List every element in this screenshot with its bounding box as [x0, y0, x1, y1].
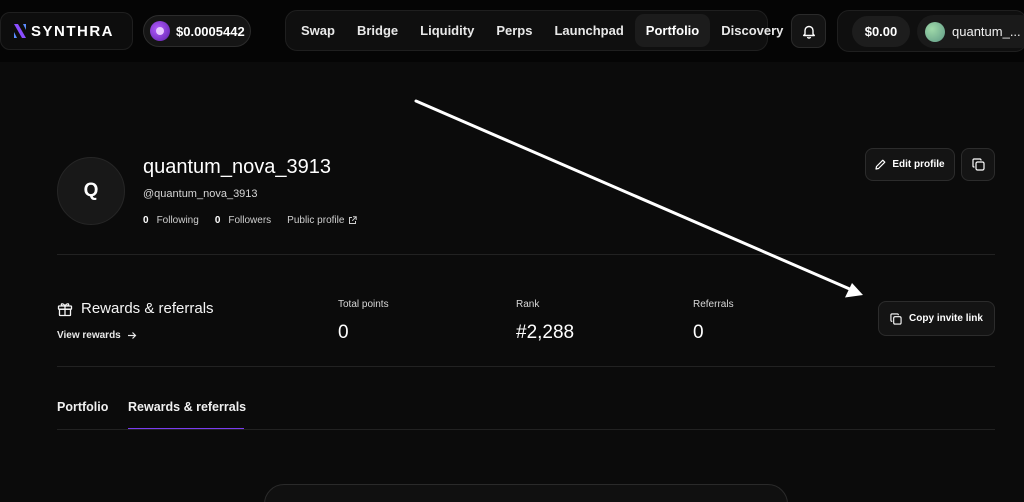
stat-value: 0 [338, 322, 349, 343]
stat-total-points: Total points 0 [338, 299, 389, 344]
public-profile-label: Public profile [287, 215, 345, 226]
bell-icon [802, 25, 815, 39]
followers-count: 0 [214, 215, 221, 226]
top-bar: SYNTHRA $0.0005442 Swap Bridge Liquidity… [0, 0, 1024, 62]
nav-item-swap[interactable]: Swap [290, 14, 346, 47]
nav-item-discovery[interactable]: Discovery [710, 14, 794, 47]
stat-value: #2,288 [516, 322, 575, 343]
nav-item-bridge[interactable]: Bridge [346, 14, 409, 47]
divider [57, 366, 995, 367]
profile-display-name: quantum_nova_3913 [143, 156, 331, 178]
user-menu-button[interactable]: quantum_... [917, 15, 1024, 48]
stat-rank: Rank #2,288 [516, 299, 574, 344]
copy-icon [971, 158, 985, 171]
profile-avatar: Q [57, 157, 125, 225]
edit-profile-button[interactable]: Edit profile [865, 148, 955, 181]
following-count: 0 [143, 215, 149, 226]
divider [57, 254, 995, 255]
stat-referrals: Referrals 0 [693, 299, 734, 344]
content-card [264, 484, 788, 502]
tab-rewards-referrals[interactable]: Rewards & referrals [128, 400, 246, 414]
synthra-logo-icon [14, 24, 26, 38]
brand-logo[interactable]: SYNTHRA [0, 12, 133, 50]
divider [57, 429, 995, 430]
token-price-pill[interactable]: $0.0005442 [143, 15, 251, 47]
nav-item-portfolio[interactable]: Portfolio [634, 14, 711, 47]
notifications-button[interactable] [791, 14, 826, 48]
stat-label: Total points [338, 299, 389, 310]
token-price: $0.0005442 [176, 23, 245, 39]
stat-label: Referrals [693, 299, 734, 310]
rewards-title-text: Rewards & referrals [81, 300, 214, 317]
following-link[interactable]: Following [157, 215, 199, 226]
rewards-title: Rewards & referrals [57, 300, 214, 317]
copy-profile-button[interactable] [961, 148, 995, 181]
brand-name: SYNTHRA [31, 22, 115, 40]
edit-profile-label: Edit profile [892, 159, 945, 170]
arrow-right-icon [127, 332, 137, 339]
nav-item-perps[interactable]: Perps [485, 14, 543, 47]
copy-icon [890, 312, 902, 325]
profile-handle: @quantum_nova_3913 [143, 188, 258, 200]
nav-item-launchpad[interactable]: Launchpad [543, 14, 634, 47]
public-profile-link[interactable]: Public profile [287, 215, 358, 226]
main-nav: Swap Bridge Liquidity Perps Launchpad Po… [285, 10, 783, 51]
account-area: $0.00 quantum_... [837, 10, 1024, 52]
copy-invite-link-label: Copy invite link [909, 313, 983, 324]
profile-tabs: Portfolio Rewards & referrals [57, 388, 995, 430]
token-coin-icon [150, 21, 170, 41]
followers-link[interactable]: Followers [228, 215, 271, 226]
external-link-icon [349, 216, 358, 224]
copy-invite-link-button[interactable]: Copy invite link [878, 301, 995, 336]
stat-value: 0 [693, 322, 704, 343]
stat-label: Rank [516, 299, 540, 310]
view-rewards-link[interactable]: View rewards [57, 330, 137, 341]
view-rewards-label: View rewards [57, 330, 121, 341]
user-avatar-icon [925, 21, 945, 42]
tab-portfolio[interactable]: Portfolio [57, 400, 108, 414]
nav-item-liquidity[interactable]: Liquidity [409, 14, 485, 47]
gift-icon [57, 302, 73, 316]
pencil-icon [875, 159, 886, 170]
follow-stats: 0 Following 0 Followers Public profile [143, 215, 358, 226]
wallet-balance[interactable]: $0.00 [852, 16, 910, 47]
user-menu-name: quantum_... [952, 24, 1021, 39]
